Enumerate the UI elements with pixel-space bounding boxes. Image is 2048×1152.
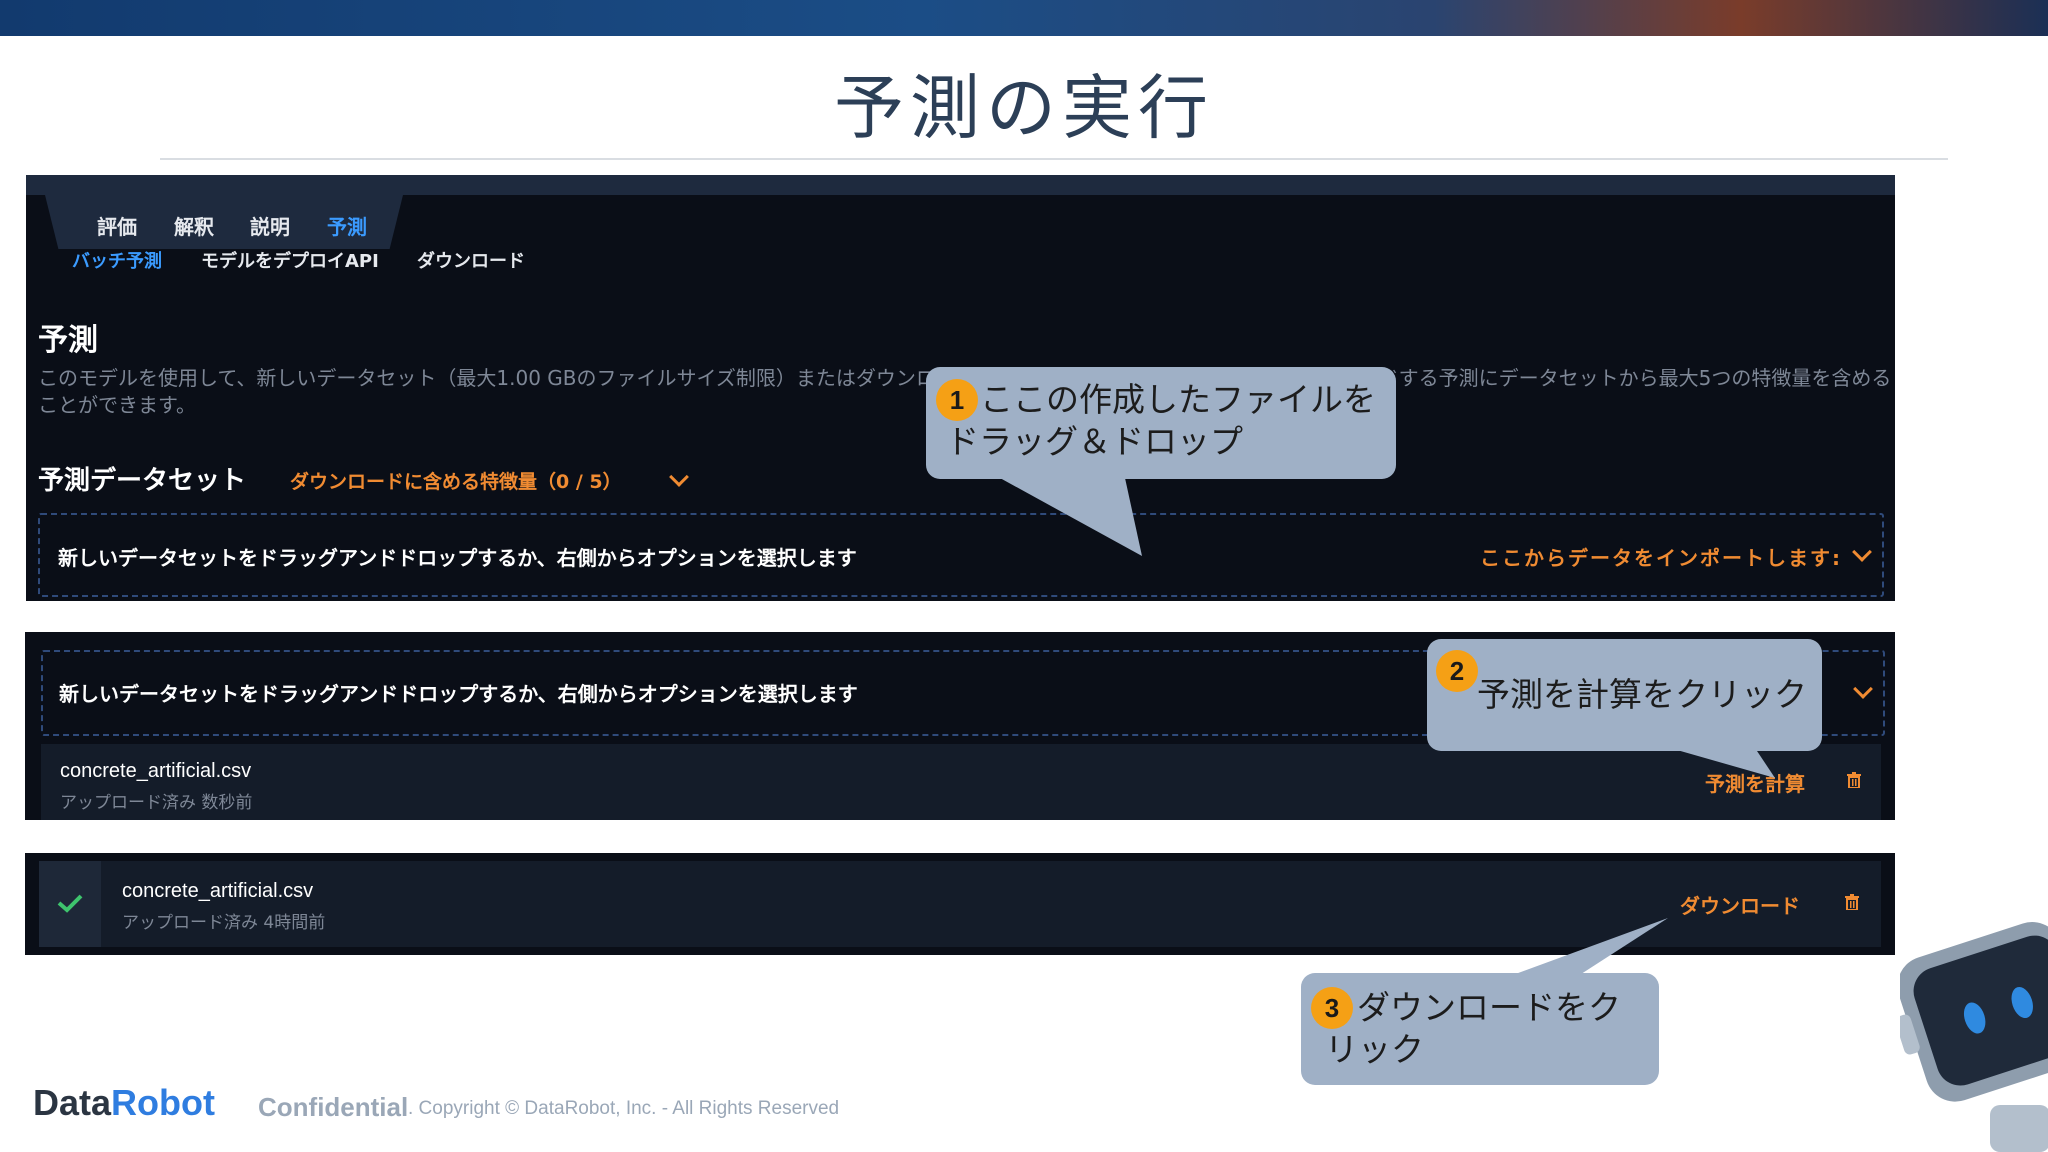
callout-3: 3 ダウンロードをクリック — [1301, 973, 1659, 1085]
robot-mascot — [1900, 921, 2048, 1152]
callout-1-pointer — [1000, 478, 1142, 556]
callout-3-pointer — [1510, 918, 1668, 976]
callout-2-number: 2 — [1436, 650, 1478, 692]
callout-1: 1 ここの作成したファイルをドラッグ＆ドロップ — [926, 367, 1396, 479]
callout-2-text: 予測を計算をクリック — [1477, 675, 1807, 714]
callout-1-text: ここの作成したファイルをドラッグ＆ドロップ — [946, 380, 1376, 461]
callout-pointers — [1000, 478, 1775, 976]
callout-2: 2 予測を計算をクリック — [1427, 639, 1822, 751]
confidential-label: Confidential — [258, 1092, 409, 1122]
copyright-text: . Copyright © DataRobot, Inc. - All Righ… — [408, 1098, 840, 1119]
datarobot-logo: DataRobot — [33, 1082, 215, 1123]
callout-2-pointer — [1670, 748, 1775, 778]
callout-3-text: ダウンロードをクリック — [1325, 988, 1621, 1069]
